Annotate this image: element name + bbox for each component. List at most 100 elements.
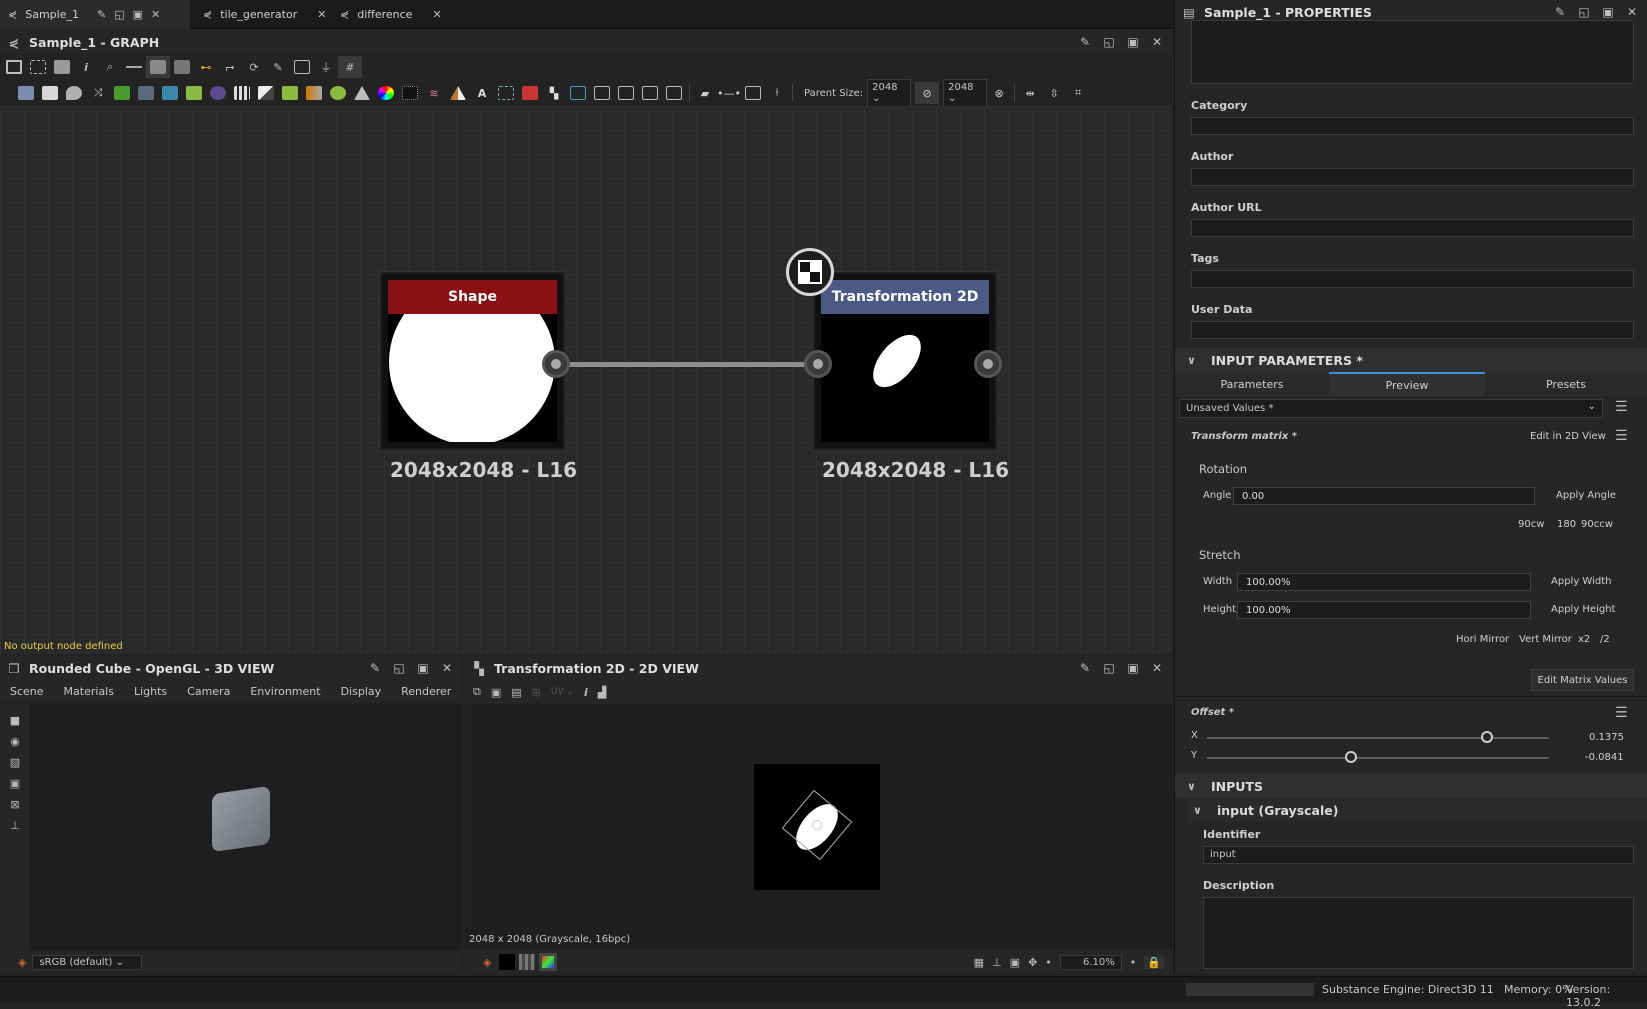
parent-size-width-dropdown[interactable]: 2048 ⌄ [867,79,912,107]
close-icon[interactable]: ✕ [1625,5,1639,19]
pin-icon[interactable]: ✎ [97,8,106,21]
menu-scene[interactable]: Scene [0,685,54,698]
link-icon[interactable]: ⊷ [194,56,218,78]
close-icon[interactable]: ✕ [1150,35,1164,49]
menu-renderer[interactable]: Renderer [391,685,461,698]
graph-output-icon[interactable] [662,82,686,104]
gradient-map-node-icon[interactable] [302,82,326,104]
menu-icon[interactable]: ☰ [1615,428,1628,444]
tab-sample-1[interactable]: ⋞ Sample_1 ✎ ◱ ▣ ✕ [0,0,190,29]
author-field[interactable] [1191,168,1634,186]
rotate-90cw-button[interactable]: 90cw [1518,519,1544,530]
colorspace-dropdown[interactable]: sRGB (default) ⌄ [32,954,143,970]
close-icon[interactable]: ✕ [151,8,160,21]
tab-parameters[interactable]: Parameters [1175,372,1329,396]
reset-size-icon[interactable]: ⊗ [987,82,1011,104]
blur-node-icon[interactable] [206,82,230,104]
apply-width-button[interactable]: Apply Width [1551,576,1611,587]
curve-node-icon[interactable] [110,82,134,104]
pin-icon[interactable]: ✎ [1553,5,1567,19]
rotate-180-button[interactable]: 180 [1557,519,1576,530]
value-processor-icon[interactable] [614,82,638,104]
maximize-icon[interactable]: ▣ [1601,5,1615,19]
user-data-field[interactable] [1191,321,1634,339]
edit-in-2d-view-link[interactable]: Edit in 2D View [1530,431,1606,442]
pixel-processor-icon[interactable] [590,82,614,104]
grid-icon[interactable]: ▦ [974,956,984,969]
info-icon[interactable]: i [74,56,98,78]
hori-mirror-button[interactable]: Hori Mirror [1456,634,1509,645]
tags-field[interactable] [1191,270,1634,288]
info-icon[interactable]: i [584,686,588,699]
float-icon[interactable]: ◱ [1577,5,1591,19]
menu-icon[interactable]: ☰ [1615,399,1628,415]
output-port[interactable] [542,350,570,378]
search-icon[interactable]: ⌕ [98,56,122,78]
author-url-field[interactable] [1191,219,1634,237]
maximize-icon[interactable]: ▣ [133,8,143,21]
lock-icon[interactable]: 🔒 [1144,955,1164,969]
paint-node-icon[interactable] [518,82,542,104]
mask-node-icon[interactable] [278,82,302,104]
float-icon[interactable]: ◱ [1102,661,1116,675]
mesh-icon[interactable]: ⊠ [10,798,19,811]
output-port[interactable] [974,350,1002,378]
camera-icon[interactable]: ■ [10,714,20,727]
fxmap-node-icon[interactable]: ▚ [542,82,566,104]
preset-dropdown[interactable]: Unsaved Values * ⌄ [1179,399,1603,418]
zoom-out-icon[interactable]: • [1045,956,1052,969]
category-field[interactable] [1191,117,1634,135]
brush-icon[interactable]: ⏚ [314,56,338,78]
hsl-node-icon[interactable] [158,82,182,104]
normal-node-icon[interactable] [566,82,590,104]
scale-half-button[interactable]: /2 [1600,634,1610,645]
tile-node-icon[interactable] [230,82,254,104]
identifier-field[interactable]: input [1203,846,1634,864]
close-icon[interactable]: ✕ [432,8,441,21]
link-size-icon[interactable]: ⊘ [915,82,940,104]
mirror-node-icon[interactable] [446,82,470,104]
center-icon[interactable]: ✥ [1028,956,1037,969]
snap-icon[interactable]: ⌗ [1066,82,1090,104]
checker-bg-icon[interactable] [519,954,536,970]
frame-node-icon[interactable] [741,82,765,104]
pin-icon[interactable]: ✎ [1078,661,1092,675]
input-parameters-section[interactable]: ∨ INPUT PARAMETERS * [1175,348,1647,372]
menu-display[interactable]: Display [331,685,392,698]
node-shape[interactable]: Shape [380,272,565,450]
apply-height-button[interactable]: Apply Height [1551,604,1615,615]
layers-icon[interactable]: ◈ [483,956,491,969]
close-icon[interactable]: ✕ [1150,661,1164,675]
uv-dropdown[interactable]: UV ⌄ [551,687,574,697]
gizmo-center-handle[interactable] [812,820,822,830]
levels-node-icon[interactable] [134,82,158,104]
axis-icon[interactable]: ⊥ [10,819,20,832]
offset-x-slider[interactable] [1207,737,1549,739]
color-channel-icon[interactable] [539,953,558,971]
black-bg-icon[interactable] [499,954,516,970]
comment-icon[interactable] [170,56,194,78]
frame-all-icon[interactable] [2,56,26,78]
transform-node-icon[interactable] [494,82,518,104]
edit-matrix-values-button[interactable]: Edit Matrix Values [1531,669,1634,691]
close-icon[interactable]: ✕ [440,661,454,675]
grid-snap-icon[interactable]: # [338,56,362,78]
light-icon[interactable]: ◉ [10,735,20,748]
save-icon[interactable]: ▣ [491,686,501,699]
vert-mirror-button[interactable]: Vert Mirror [1519,634,1572,645]
width-input[interactable]: 100.00% [1237,573,1531,591]
zoom-in-icon[interactable]: • [1130,956,1137,969]
display-icon[interactable]: ▣ [10,777,20,790]
close-icon[interactable]: ✕ [317,8,326,21]
offset-y-value[interactable]: -0.0841 [1585,752,1624,763]
align-horizontal-icon[interactable]: ⇹ [1018,82,1042,104]
description-textarea[interactable] [1191,20,1634,84]
angle-input[interactable]: 0.00 [1233,487,1535,505]
rotate-90ccw-button[interactable]: 90ccw [1581,519,1613,530]
float-icon[interactable]: ◱ [392,661,406,675]
maximize-icon[interactable]: ▣ [416,661,430,675]
align-icon[interactable] [122,56,146,78]
blend-node-icon[interactable] [254,82,278,104]
tab-difference[interactable]: ⋞ difference ✕ [332,0,450,29]
parent-size-height-dropdown[interactable]: 2048 ⌄ [943,79,988,107]
